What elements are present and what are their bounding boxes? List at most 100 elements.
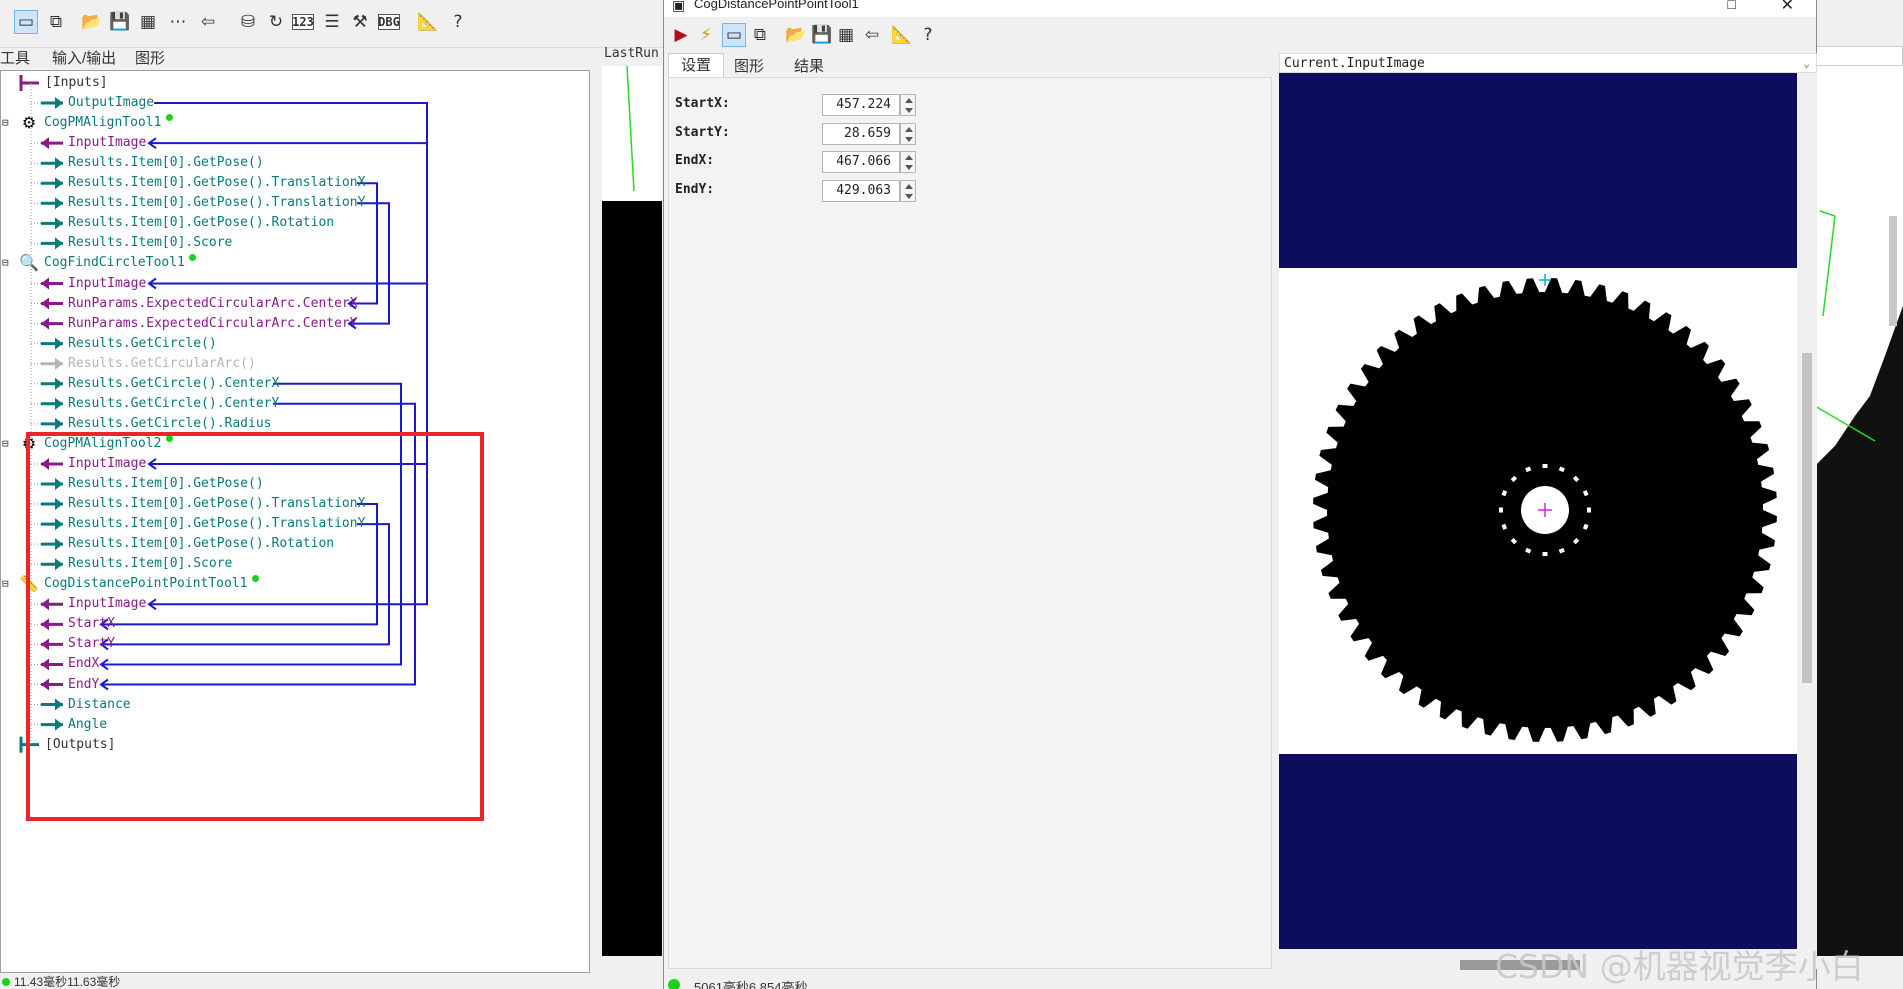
right-panel-header	[1815, 46, 1903, 66]
list-icon[interactable]: ☰	[320, 10, 344, 34]
highlight-annotation-box	[26, 432, 484, 821]
run-icon[interactable]: ▶	[669, 23, 693, 47]
tab-graphics[interactable]: 图形	[135, 47, 165, 68]
maximize-icon[interactable]: □	[1728, 0, 1736, 12]
settings-grid-icon[interactable]: ▦	[834, 23, 858, 47]
start-x-input[interactable]: 457.224	[822, 94, 900, 116]
right-panel-image	[1814, 66, 1903, 956]
help-icon[interactable]: ?	[446, 10, 470, 34]
close-icon[interactable]: ✕	[1781, 0, 1794, 15]
end-y-input[interactable]: 429.063	[822, 180, 900, 202]
output-arrow-icon	[31, 337, 63, 350]
measure-icon[interactable]: 📐	[416, 10, 440, 34]
tab-tools[interactable]: 工具	[0, 47, 30, 68]
collapse-toggle-icon[interactable]: ⊟	[2, 434, 9, 454]
output-terminal[interactable]: Results.GetCircle().CenterX	[68, 374, 279, 394]
collapse-toggle-icon[interactable]: ⊟	[2, 253, 9, 273]
left-tab-strip: 工具 输入/输出 图形	[0, 45, 663, 69]
desktop: { "left_window": { "tabs": ["工具", "输入/输出…	[0, 0, 1903, 989]
terminal-node[interactable]: [Inputs]	[45, 73, 108, 93]
tab-graphics[interactable]: 图形	[734, 55, 764, 76]
end-x-input[interactable]: 467.066	[822, 151, 900, 173]
tool-node[interactable]: CogFindCircleTool1	[44, 253, 185, 273]
link-arrowhead	[147, 277, 157, 290]
output-arrow-icon	[31, 377, 63, 390]
left-toolbar: ▭ ⧉ 📂 💾 ▦ ⋯ ⇦ ⛁ ↻ 123 ☰ ⚒ DBG 📐 ?	[0, 0, 663, 48]
output-terminal[interactable]: Results.Item[0].GetPose().TranslationY	[68, 193, 365, 213]
open-folder-icon[interactable]: 📂	[784, 23, 808, 47]
import-icon[interactable]: ⇦	[196, 10, 220, 34]
output-terminal[interactable]: Results.GetCircle().CenterY	[68, 394, 279, 414]
open-folder-icon[interactable]: 📂	[80, 10, 104, 34]
lastrun-image-content	[602, 65, 662, 201]
refresh-icon[interactable]: ↻	[264, 10, 288, 34]
output-terminal[interactable]: Results.Item[0].GetPose().TranslationX	[68, 173, 365, 193]
image-selector[interactable]: Current.InputImage ⌄	[1279, 53, 1817, 73]
watermark: CSDN @机器视觉李小白	[1495, 947, 1864, 986]
input-arrow-icon	[31, 317, 63, 330]
dialog-tab-strip: 设置 图形 结果	[664, 53, 1264, 77]
measure-icon[interactable]: 📐	[890, 23, 914, 47]
right-panel-image-content	[1814, 66, 1903, 956]
cog-distance-dialog: ▣ CogDistancePointPointTool1 □ ✕ ▶ ⚡ ▭ ⧉…	[663, 0, 1817, 989]
tab-results[interactable]: 结果	[794, 55, 824, 76]
input-terminal[interactable]: RunParams.ExpectedCircularArc.CenterX	[68, 294, 358, 314]
collapse-toggle-icon[interactable]: ⊟	[2, 113, 9, 133]
start-y-spinner[interactable]	[900, 123, 916, 145]
dots-icon[interactable]: ⋯	[166, 10, 190, 34]
output-terminal[interactable]: OutputImage	[68, 93, 154, 113]
lightning-icon[interactable]: ⚡	[694, 23, 718, 47]
link-line	[149, 102, 428, 145]
pmalign-tool-icon[interactable]: ⚙	[18, 112, 40, 134]
input-arrow-icon	[31, 277, 63, 290]
output-arrow-icon	[31, 197, 63, 210]
output-terminal[interactable]: Results.Item[0].GetPose().Rotation	[68, 213, 334, 233]
output-terminal[interactable]: Results.GetCircle()	[68, 334, 217, 354]
tools-icon[interactable]: ⚒	[348, 10, 372, 34]
toolbox-icon[interactable]: ▭	[14, 10, 38, 34]
app-icon: ▣	[672, 0, 686, 13]
settings-panel: StartX: 457.224 StartY: 28.659 EndX: 467…	[668, 77, 1272, 969]
start-y-input[interactable]: 28.659	[822, 123, 900, 145]
left-status-bar: 11.43毫秒11.63毫秒	[0, 976, 663, 989]
find-circle-tool-icon[interactable]: 🔍	[18, 252, 40, 274]
scrollbar-thumb[interactable]	[1802, 353, 1812, 683]
import-icon[interactable]: ⇦	[860, 23, 884, 47]
settings-grid-icon[interactable]: ▦	[136, 10, 160, 34]
dialog-title-bar: ▣ CogDistancePointPointTool1 □ ✕	[664, 0, 1816, 17]
start-x-spinner[interactable]	[900, 94, 916, 116]
copy-icon[interactable]: ⧉	[44, 10, 68, 34]
lastrun-image[interactable]	[602, 65, 662, 956]
output-terminal[interactable]: Results.Item[0].GetPose()	[68, 153, 264, 173]
end-x-spinner[interactable]	[900, 151, 916, 173]
dbg-icon[interactable]: DBG	[378, 14, 400, 30]
tab-io[interactable]: 输入/输出	[52, 47, 116, 68]
tool-node[interactable]: CogPMAlignTool1	[44, 113, 161, 133]
output-terminal[interactable]: Results.GetCircularArc()	[68, 354, 256, 374]
end-x-label: EndX:	[675, 153, 715, 168]
number-display-icon[interactable]: 123	[292, 14, 314, 30]
start-x-label: StartX:	[675, 96, 730, 111]
image-display[interactable]	[1279, 73, 1817, 969]
help-icon[interactable]: ?	[916, 23, 940, 47]
input-terminal[interactable]: InputImage	[68, 133, 146, 153]
output-arrow-icon	[31, 417, 63, 430]
inputs-terminal-icon	[19, 75, 39, 91]
output-arrow-icon	[31, 357, 63, 370]
input-terminal[interactable]: InputImage	[68, 274, 146, 294]
end-y-spinner[interactable]	[900, 180, 916, 202]
input-arrow-icon	[31, 297, 63, 310]
copy-icon[interactable]: ⧉	[748, 23, 772, 47]
save-icon[interactable]: 💾	[810, 23, 834, 47]
display-icon[interactable]: ▭	[722, 23, 746, 47]
tab-settings[interactable]: 设置	[668, 53, 725, 77]
input-terminal[interactable]: RunParams.ExpectedCircularArc.CenterY	[68, 314, 358, 334]
database-icon[interactable]: ⛁	[236, 10, 260, 34]
output-terminal[interactable]: Results.Item[0].Score	[68, 233, 232, 253]
collapse-toggle-icon[interactable]: ⊟	[2, 574, 9, 594]
dialog-toolbar: ▶ ⚡ ▭ ⧉ 📂 💾 ▦ ⇦ 📐 ?	[664, 17, 1816, 53]
dialog-title: CogDistancePointPointTool1	[694, 0, 859, 11]
chevron-down-icon[interactable]: ⌄	[1803, 54, 1810, 74]
output-terminal[interactable]: Results.GetCircle().Radius	[68, 414, 272, 434]
save-icon[interactable]: 💾	[108, 10, 132, 34]
